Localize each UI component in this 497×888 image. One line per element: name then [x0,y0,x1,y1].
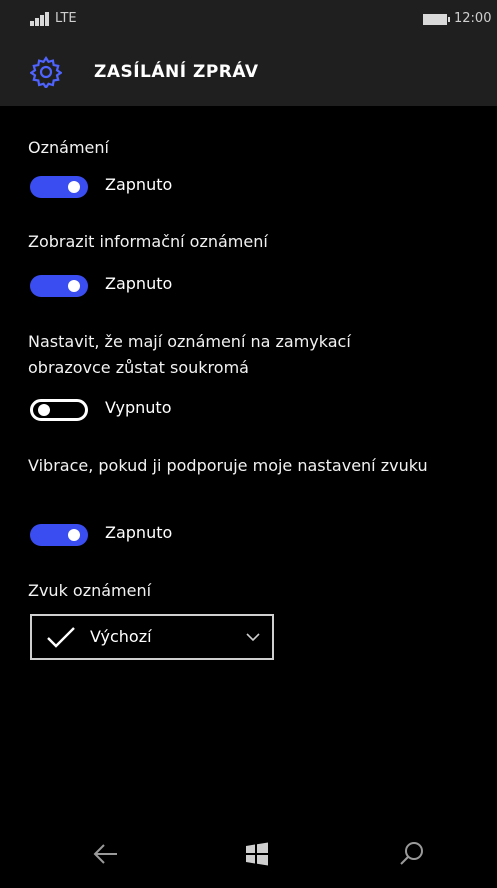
signal-icon [30,12,49,26]
network-type: LTE [55,11,77,26]
setting-label-notifications: Oznámení [28,138,109,157]
toggle-knob [68,529,80,541]
windows-logo-icon[interactable] [243,840,271,868]
setting-label-info-notifications: Zobrazit informační oznámení [28,232,268,251]
clock: 12:00 [454,11,492,26]
gear-icon [30,56,62,88]
toggle-switch[interactable] [30,176,88,198]
setting-label-lockscreen-privacy: Nastavit, že mají oznámení na zamykací o… [28,332,351,377]
sound-label: Zvuk oznámení [28,581,152,600]
search-icon[interactable] [398,840,426,868]
toggle-state: Zapnuto [105,274,173,293]
checkmark-icon [47,627,75,648]
toggle-switch[interactable] [30,524,88,546]
toggle-knob [68,181,80,193]
toggle-knob [38,404,50,416]
toggle-knob [68,280,80,292]
navigation-bar [0,818,497,888]
status-bar: LTE 12:00 [0,0,497,40]
sound-selected-value: Výchozí [90,627,152,646]
sound-dropdown[interactable]: Výchozí [30,614,274,660]
chevron-down-icon [246,633,260,642]
back-arrow-icon[interactable] [92,840,120,868]
toggle-state: Zapnuto [105,523,173,542]
toggle-state: Zapnuto [105,175,173,194]
battery-icon [423,14,450,25]
toggle-switch[interactable] [30,275,88,297]
toggle-state: Vypnuto [105,398,172,417]
toggle-switch[interactable] [30,399,88,421]
page-title: ZASÍLÁNÍ ZPRÁV [94,62,259,82]
setting-label-vibration: Vibrace, pokud ji podporuje moje nastave… [28,456,428,475]
